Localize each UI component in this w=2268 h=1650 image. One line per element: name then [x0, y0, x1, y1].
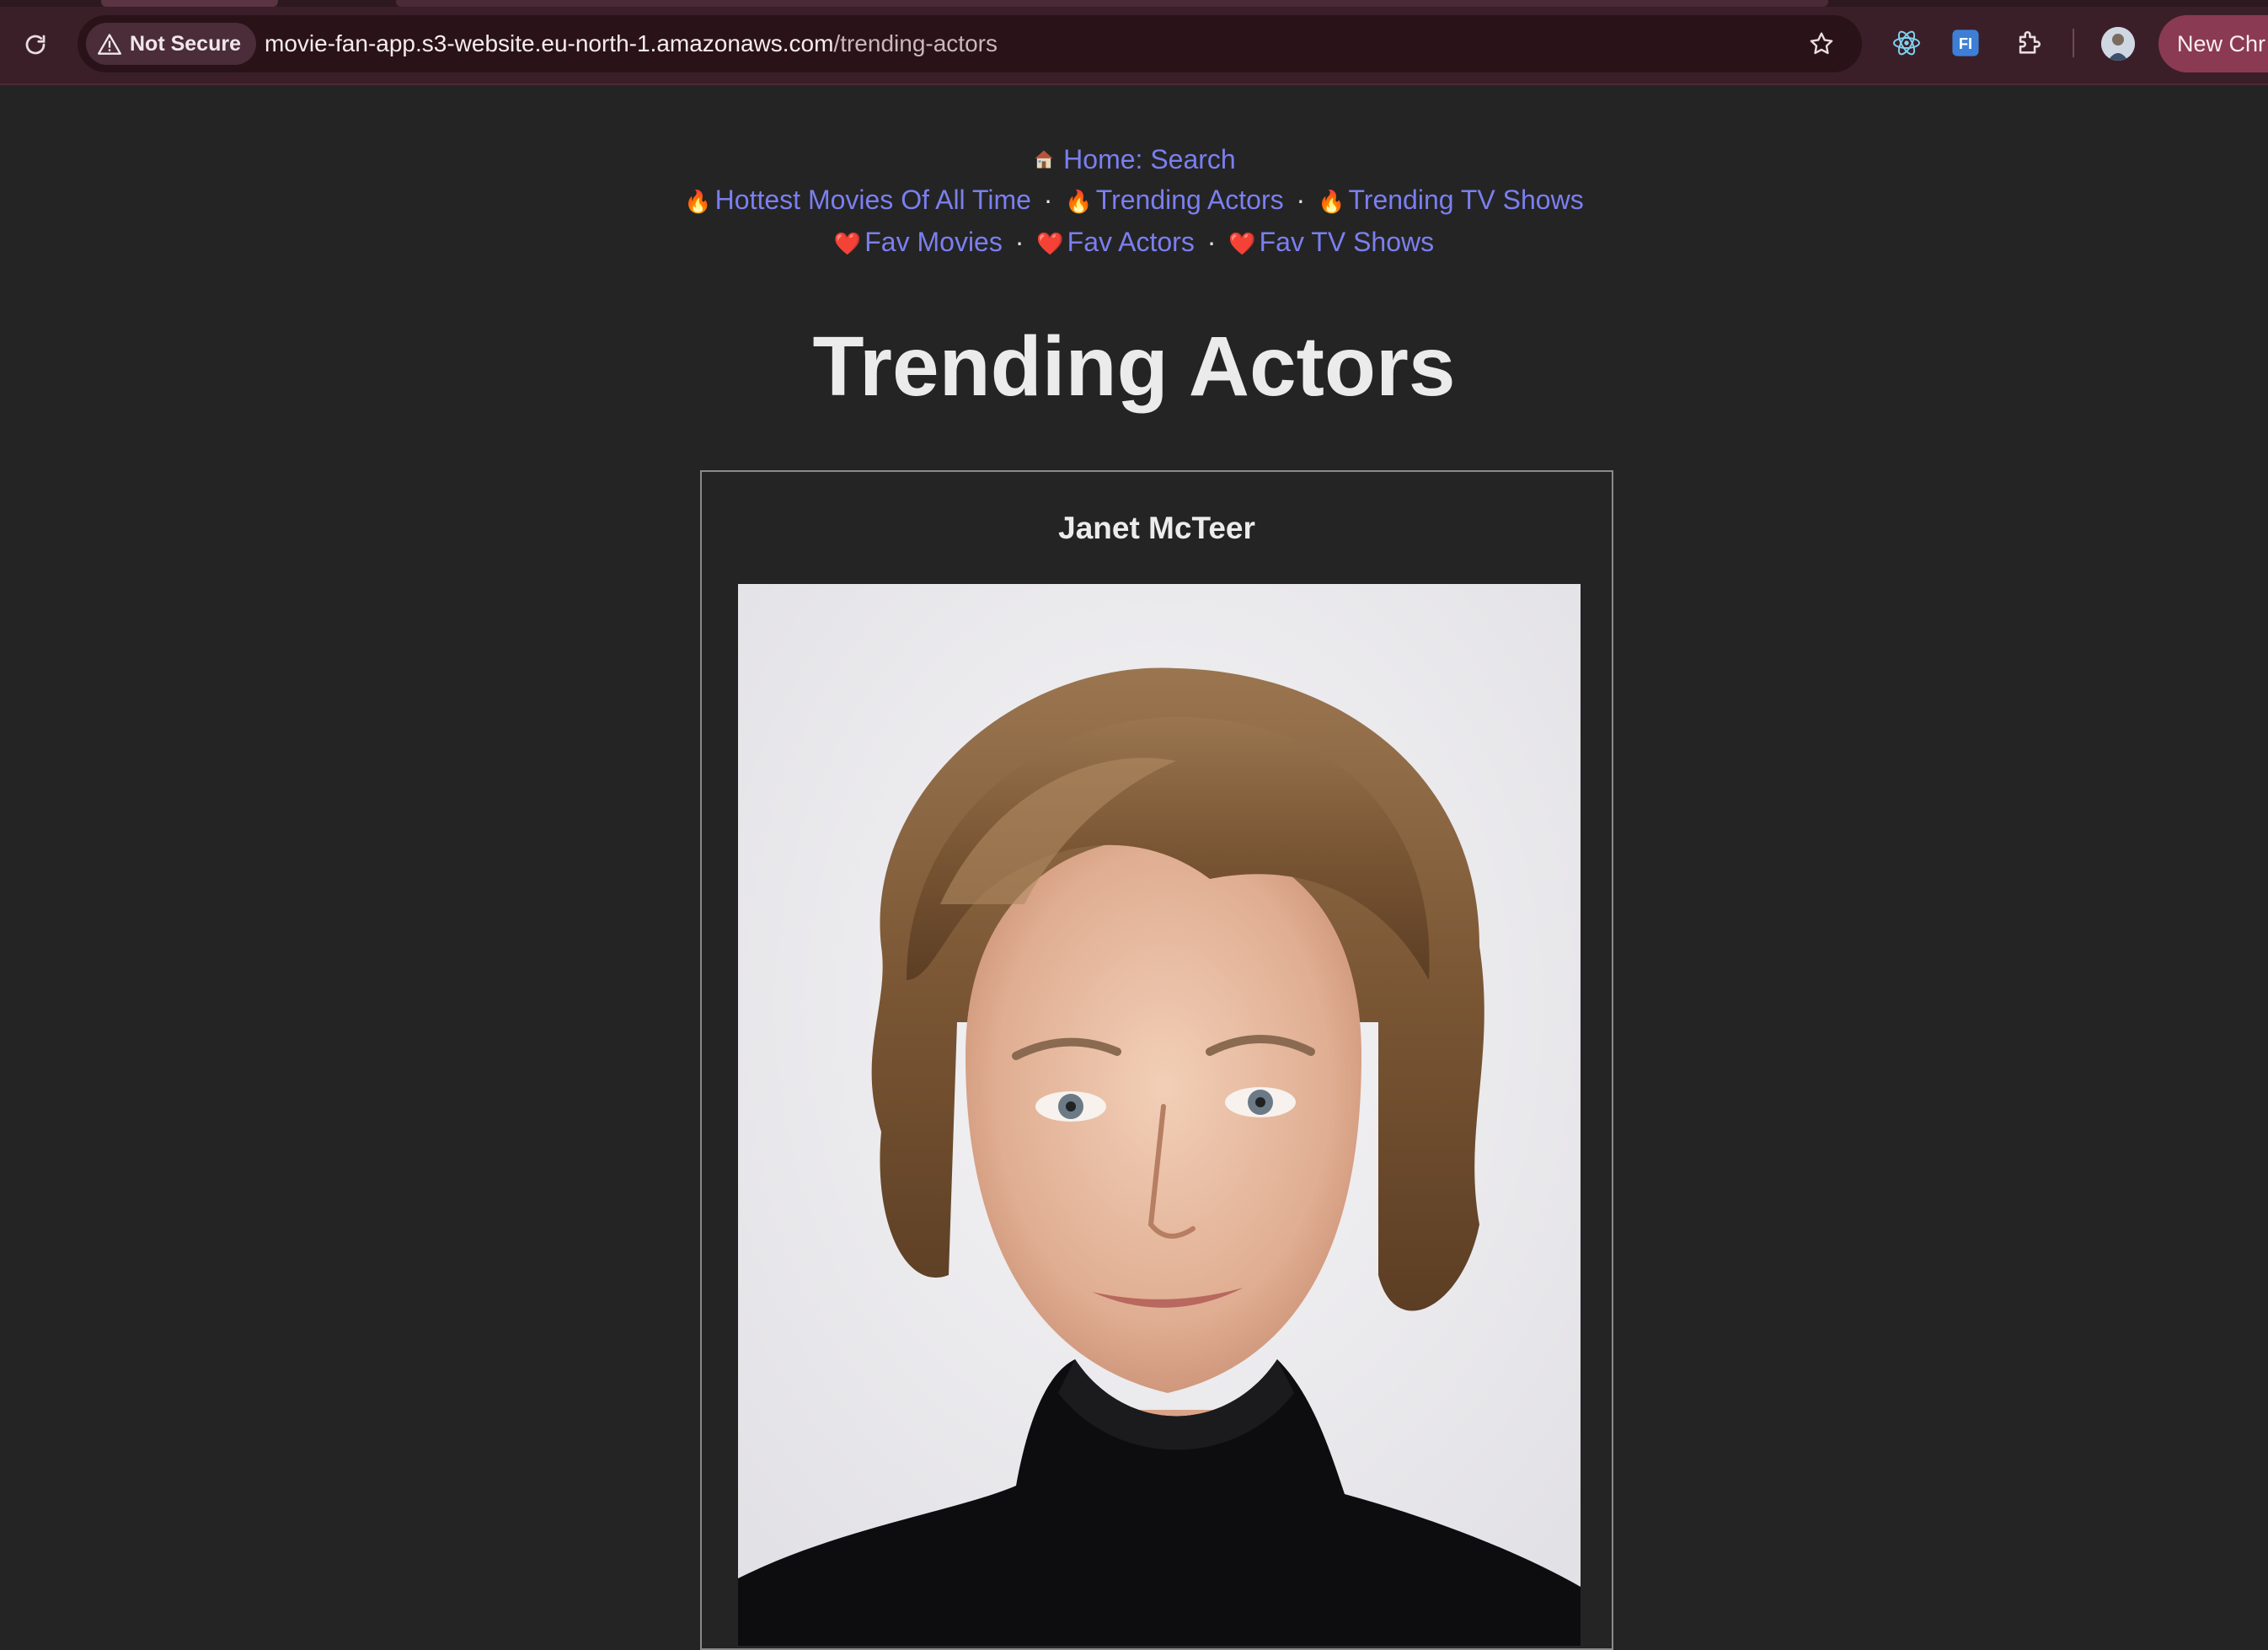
fire-icon: 🔥 — [1065, 189, 1093, 214]
url-text[interactable]: movie-fan-app.s3-website.eu-north-1.amaz… — [265, 15, 998, 72]
nav-separator: · — [1014, 227, 1024, 257]
actor-photo[interactable] — [738, 584, 1581, 1646]
react-devtools-icon[interactable] — [1890, 26, 1923, 60]
actor-card[interactable]: Janet McTeer — [700, 470, 1613, 1650]
browser-toolbar: Not Secure movie-fan-app.s3-website.eu-n… — [0, 0, 2268, 85]
heart-icon: ❤️ — [1228, 231, 1256, 256]
url-path: /trending-actors — [833, 30, 998, 56]
nav-link-trending-tv[interactable]: Trending TV Shows — [1348, 185, 1583, 215]
heart-icon: ❤️ — [833, 231, 862, 256]
tab-inactive[interactable] — [101, 0, 278, 7]
nav-link-hottest-movies[interactable]: Hottest Movies Of All Time — [715, 185, 1031, 215]
svg-text:FI: FI — [1959, 35, 1972, 52]
nav-separator: · — [1296, 185, 1306, 215]
actor-portrait-icon — [738, 584, 1581, 1646]
url-domain: movie-fan-app.s3-website.eu-north-1.amaz… — [265, 30, 834, 56]
heart-icon: ❤️ — [1036, 231, 1064, 256]
address-bar[interactable]: Not Secure movie-fan-app.s3-website.eu-n… — [78, 15, 1862, 72]
fire-icon: 🔥 — [1318, 189, 1345, 214]
fire-icon: 🔥 — [684, 189, 712, 214]
fi-extension-icon[interactable]: FI — [1949, 26, 1982, 60]
tab-strip — [0, 0, 2268, 7]
nav-separator: · — [1043, 185, 1053, 215]
reload-icon[interactable] — [19, 28, 52, 62]
nav-row-fav: ❤️ Fav Movies · ❤️ Fav Actors · ❤️ Fav TV S… — [0, 222, 2268, 264]
page-content: Home: Search 🔥 Hottest Movies Of All Time… — [0, 85, 2268, 1650]
site-nav: Home: Search 🔥 Hottest Movies Of All Time… — [0, 139, 2268, 264]
new-chrome-button[interactable]: New Chr — [2158, 15, 2268, 72]
extensions-puzzle-icon[interactable] — [2012, 26, 2046, 60]
nav-row-hot: 🔥 Hottest Movies Of All Time · 🔥 Trending … — [0, 179, 2268, 222]
nav-link-fav-movies[interactable]: Fav Movies — [864, 227, 1003, 257]
security-label: Not Secure — [130, 31, 241, 56]
house-icon — [1032, 142, 1056, 169]
nav-separator: · — [1206, 227, 1217, 257]
profile-avatar[interactable] — [2101, 27, 2135, 61]
nav-link-home[interactable]: Home: Search — [1063, 144, 1236, 174]
nav-link-fav-actors[interactable]: Fav Actors — [1067, 227, 1195, 257]
warning-icon — [98, 34, 121, 55]
actor-name: Janet McTeer — [1058, 511, 1255, 545]
nav-link-trending-actors[interactable]: Trending Actors — [1096, 185, 1284, 215]
tab-active[interactable] — [396, 0, 1828, 7]
security-indicator[interactable]: Not Secure — [86, 23, 256, 65]
page-title: Trending Actors — [812, 319, 1456, 414]
nav-row-home: Home: Search — [0, 139, 2268, 179]
toolbar-divider — [2073, 29, 2074, 57]
bookmark-star-icon[interactable] — [1806, 29, 1837, 59]
nav-link-fav-tv[interactable]: Fav TV Shows — [1260, 227, 1434, 257]
